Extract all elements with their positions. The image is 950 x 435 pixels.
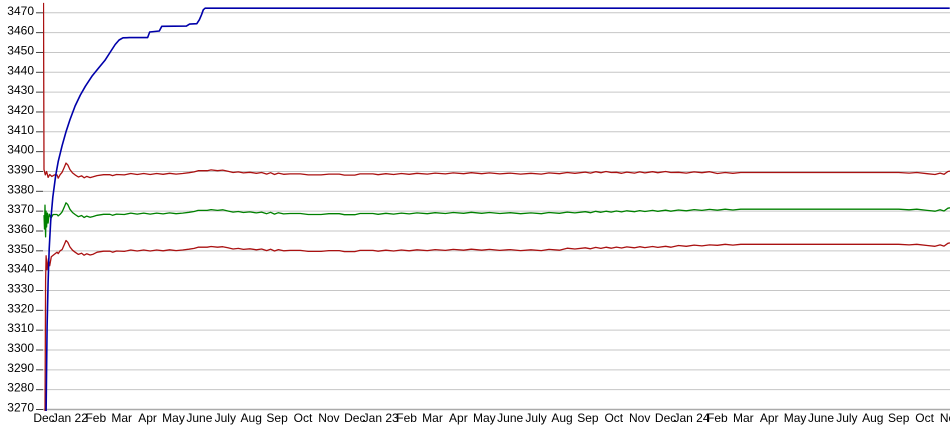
y-tick-label: 3350 [7,242,34,256]
y-tick-label: 3410 [7,123,34,137]
x-tick-label: Sep [266,411,288,425]
x-tick-label: Jan 24 [673,411,709,425]
y-tick-label: 3340 [7,262,34,276]
y-tick-label: 3310 [7,321,34,335]
y-tick-label: 3290 [7,361,34,375]
x-tick-label: Feb [707,411,728,425]
x-tick-label: Mar [422,411,443,425]
y-tick-label: 3320 [7,301,34,315]
x-tick-label: Oct [294,411,313,425]
x-tick-label: Jan 22 [52,411,88,425]
x-tick-label: Aug [241,411,262,425]
y-tick-label: 3270 [7,401,34,415]
y-tick-label: 3470 [7,4,34,18]
x-tick-label: Apr [138,411,157,425]
x-tick-label: June [497,411,523,425]
x-tick-label: Nov [318,411,339,425]
y-tick-label: 3380 [7,182,34,196]
x-tick-label: May [473,411,496,425]
y-tick-label: 3400 [7,143,34,157]
x-tick-label: Aug [862,411,883,425]
x-tick-label: July [525,411,546,425]
x-tick-label: Mar [111,411,132,425]
x-tick-label: Feb [396,411,417,425]
y-tick-label: 3360 [7,222,34,236]
x-tick-label: May [784,411,807,425]
x-tick-label: Mar [733,411,754,425]
x-tick-label: July [215,411,236,425]
x-tick-label: June [808,411,834,425]
y-tick-label: 3330 [7,281,34,295]
y-tick-label: 3430 [7,83,34,97]
y-tick-label: 3440 [7,63,34,77]
y-tick-label: 3460 [7,24,34,38]
x-tick-label: July [836,411,857,425]
x-tick-label: Nov [629,411,650,425]
x-tick-label: Apr [760,411,779,425]
x-tick-label: Nov [940,411,950,425]
rating-history-chart: 3470 3460 3450 3440 3430 3420 3410 3400 3390 3380… [0,0,950,435]
x-tick-label: Aug [551,411,572,425]
x-tick-label: Feb [85,411,106,425]
y-tick-label: 3420 [7,103,34,117]
x-tick-label: June [186,411,212,425]
y-tick-label: 3450 [7,43,34,57]
y-tick-label: 3300 [7,341,34,355]
y-tick-label: 3280 [7,381,34,395]
x-tick-label: Oct [915,411,934,425]
y-tick-label: 3390 [7,162,34,176]
y-tick-label: 3370 [7,202,34,216]
x-tick-label: Sep [888,411,910,425]
x-tick-label: Sep [577,411,599,425]
x-tick-label: Apr [449,411,468,425]
x-tick-label: Jan 23 [363,411,399,425]
x-tick-label: May [162,411,185,425]
x-tick-label: Oct [604,411,623,425]
chart-canvas: 3470 3460 3450 3440 3430 3420 3410 3400 3390 3380… [0,0,950,435]
